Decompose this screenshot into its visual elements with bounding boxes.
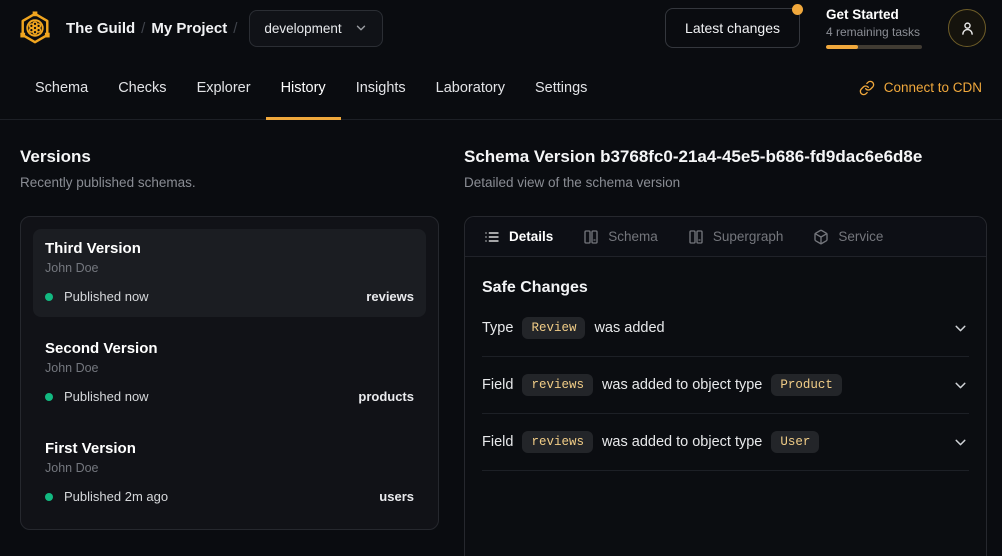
top-bar: The Guild / My Project / development Lat… <box>0 0 1002 56</box>
tab-supergraph-label: Supergraph <box>713 229 784 244</box>
versions-subtitle: Recently published schemas. <box>20 175 439 190</box>
breadcrumb-project[interactable]: My Project <box>151 20 227 37</box>
list-icon <box>484 229 500 245</box>
hive-logo-icon[interactable] <box>18 11 52 45</box>
user-avatar-button[interactable] <box>948 9 986 47</box>
get-started-progress-fill <box>826 45 858 49</box>
change-subject-badge: Review <box>522 317 585 339</box>
change-prefix: Type <box>482 320 513 336</box>
breadcrumb-org[interactable]: The Guild <box>66 20 135 37</box>
chevron-down-icon <box>354 21 368 35</box>
change-target-badge: Product <box>771 374 842 396</box>
tab-service-label: Service <box>838 229 883 244</box>
breadcrumb: The Guild / My Project / development <box>66 10 383 47</box>
tab-history[interactable]: History <box>266 56 341 119</box>
version-service-name: reviews <box>366 289 414 304</box>
version-author: John Doe <box>45 261 414 275</box>
tab-explorer[interactable]: Explorer <box>182 56 266 119</box>
version-card-first[interactable]: First Version John Doe Published 2m ago … <box>33 429 426 517</box>
version-author: John Doe <box>45 361 414 375</box>
tab-schema-view[interactable]: Schema <box>568 217 673 256</box>
change-prefix: Field <box>482 434 513 450</box>
tab-details-label: Details <box>509 229 553 244</box>
link-icon <box>859 80 875 96</box>
get-started-progress-track <box>826 45 922 49</box>
version-title: First Version <box>45 440 414 457</box>
tab-schema[interactable]: Schema <box>20 56 103 119</box>
chevron-down-icon[interactable] <box>952 320 969 337</box>
tab-laboratory[interactable]: Laboratory <box>421 56 520 119</box>
main-content: Versions Recently published schemas. Thi… <box>0 120 1002 556</box>
box-icon <box>813 229 829 245</box>
change-description: was added <box>594 320 664 336</box>
published-dot-icon <box>45 393 53 401</box>
change-target-badge: User <box>771 431 819 453</box>
version-title: Third Version <box>45 240 414 257</box>
change-prefix: Field <box>482 377 513 393</box>
breadcrumb-separator: / <box>135 20 151 37</box>
tab-service[interactable]: Service <box>798 217 898 256</box>
chevron-down-icon[interactable] <box>952 377 969 394</box>
tab-details[interactable]: Details <box>469 217 568 256</box>
schema-version-section: Schema Version b3768fc0-21a4-45e5-b686-f… <box>464 147 987 556</box>
change-subject-badge: reviews <box>522 374 593 396</box>
latest-changes-label: Latest changes <box>685 20 780 36</box>
user-icon <box>959 20 976 37</box>
notification-dot <box>792 4 803 15</box>
change-row-type-review[interactable]: Type Review was added <box>482 300 969 357</box>
change-description: was added to object type <box>602 434 762 450</box>
latest-changes-button[interactable]: Latest changes <box>665 8 800 48</box>
published-dot-icon <box>45 293 53 301</box>
change-description: was added to object type <box>602 377 762 393</box>
tab-checks[interactable]: Checks <box>103 56 181 119</box>
version-status: Published now <box>64 389 149 404</box>
connect-to-cdn-label: Connect to CDN <box>884 80 982 95</box>
version-status-row: Published now products <box>45 389 414 404</box>
version-status: Published now <box>64 289 149 304</box>
columns-icon <box>688 229 704 245</box>
version-title: Second Version <box>45 340 414 357</box>
tab-settings[interactable]: Settings <box>520 56 602 119</box>
versions-title: Versions <box>20 147 439 167</box>
breadcrumb-separator: / <box>227 20 243 37</box>
schema-version-subtitle: Detailed view of the schema version <box>464 175 987 190</box>
target-selector-value: development <box>264 21 341 36</box>
version-author: John Doe <box>45 461 414 475</box>
version-list: Third Version John Doe Published now rev… <box>20 216 439 530</box>
version-card-third[interactable]: Third Version John Doe Published now rev… <box>33 229 426 317</box>
change-subject-badge: reviews <box>522 431 593 453</box>
tab-supergraph[interactable]: Supergraph <box>673 217 799 256</box>
columns-icon <box>583 229 599 245</box>
details-panel-content: Safe Changes Type Review was added Field… <box>465 257 986 471</box>
tab-bar: Schema Checks Explorer History Insights … <box>0 56 1002 120</box>
versions-section: Versions Recently published schemas. Thi… <box>20 147 439 530</box>
version-service-name: products <box>358 389 414 404</box>
change-row-field-user[interactable]: Field reviews was added to object type U… <box>482 414 969 471</box>
version-status-row: Published 2m ago users <box>45 489 414 504</box>
connect-to-cdn-link[interactable]: Connect to CDN <box>859 56 982 119</box>
version-status: Published 2m ago <box>64 489 168 504</box>
tab-schema-view-label: Schema <box>608 229 658 244</box>
tab-insights[interactable]: Insights <box>341 56 421 119</box>
version-status-row: Published now reviews <box>45 289 414 304</box>
get-started-title: Get Started <box>826 7 922 22</box>
schema-version-panel: Details Schema Supergraph Service Safe C… <box>464 216 987 556</box>
change-row-field-product[interactable]: Field reviews was added to object type P… <box>482 357 969 414</box>
published-dot-icon <box>45 493 53 501</box>
safe-changes-title: Safe Changes <box>482 279 969 297</box>
details-tab-bar: Details Schema Supergraph Service <box>465 217 986 257</box>
target-selector-dropdown[interactable]: development <box>249 10 382 47</box>
top-bar-right: Latest changes Get Started 4 remaining t… <box>665 7 986 49</box>
version-card-second[interactable]: Second Version John Doe Published now pr… <box>33 329 426 417</box>
get-started-widget[interactable]: Get Started 4 remaining tasks <box>826 7 922 49</box>
get-started-subtitle: 4 remaining tasks <box>826 25 922 39</box>
version-service-name: users <box>379 489 414 504</box>
chevron-down-icon[interactable] <box>952 434 969 451</box>
schema-version-title: Schema Version b3768fc0-21a4-45e5-b686-f… <box>464 147 987 167</box>
